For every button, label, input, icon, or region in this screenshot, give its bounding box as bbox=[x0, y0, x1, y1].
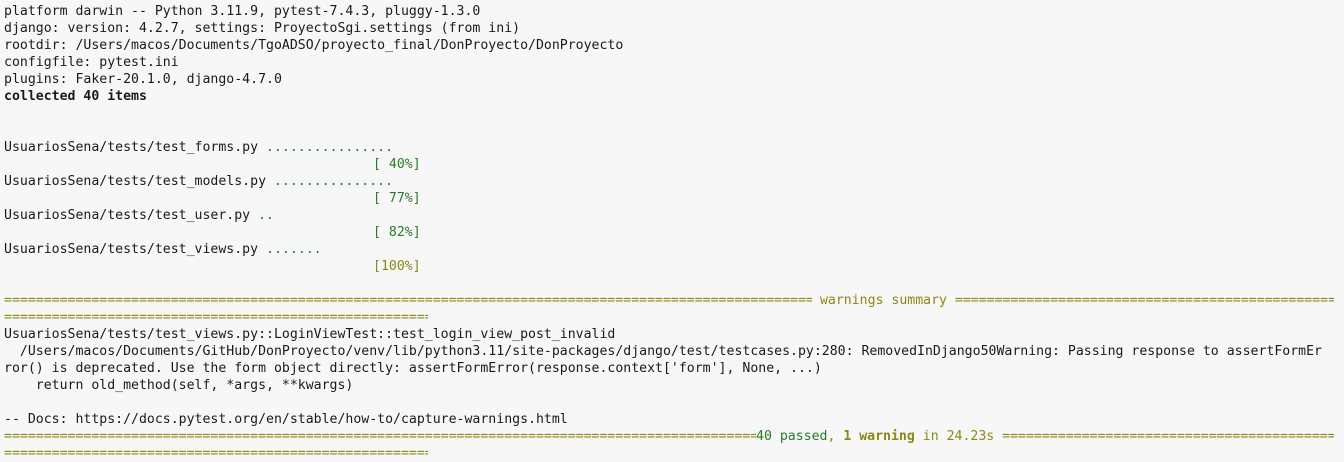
test-file-row: UsuariosSena/tests/test_models.py ......… bbox=[4, 173, 1344, 190]
summary-time: in 24.23s bbox=[914, 429, 1003, 444]
rule-separator: ========================================… bbox=[4, 429, 756, 444]
summary-separator: , bbox=[827, 429, 844, 444]
test-file-name: UsuariosSena/tests/test_forms.py bbox=[4, 140, 267, 155]
warning-test-id: UsuariosSena/tests/test_views.py::LoginV… bbox=[4, 327, 616, 342]
test-progress-percent: [100%] bbox=[373, 259, 421, 274]
test-result-dots: ............... bbox=[273, 174, 394, 189]
warning-count: 1 warning bbox=[843, 429, 915, 444]
test-file-row: UsuariosSena/tests/test_forms.py .......… bbox=[4, 139, 1344, 156]
rule-separator: ========================================… bbox=[4, 293, 812, 308]
test-file-row: UsuariosSena/tests/test_views.py ....... bbox=[4, 241, 1344, 258]
rule-separator: ========================================… bbox=[954, 293, 1334, 308]
warning-message-line: /Users/macos/Documents/GitHub/DonProyect… bbox=[4, 344, 1322, 359]
final-summary-rule: ========================================… bbox=[4, 428, 1334, 445]
warnings-summary-rule: ========================================… bbox=[4, 292, 1334, 309]
terminal-output: platform darwin -- Python 3.11.9, pytest… bbox=[4, 3, 1344, 462]
rule-separator: ========================================… bbox=[4, 310, 428, 325]
warnings-summary-title: warnings summary bbox=[812, 293, 955, 308]
test-file-name: UsuariosSena/tests/test_views.py bbox=[4, 242, 267, 257]
warning-code-line: return old_method(self, *args, **kwargs) bbox=[4, 378, 354, 393]
test-file-name: UsuariosSena/tests/test_user.py bbox=[4, 208, 259, 223]
collected-line: collected 40 items bbox=[4, 89, 147, 104]
test-result-dots: ....... bbox=[266, 242, 322, 257]
plugins-line: plugins: Faker-20.1.0, django-4.7.0 bbox=[4, 72, 282, 87]
test-result-dots: ................ bbox=[266, 140, 394, 155]
rule-separator: ========================================… bbox=[4, 446, 428, 461]
test-progress-row: [ 82%] bbox=[4, 224, 1344, 241]
warning-message-line: ror() is deprecated. Use the form object… bbox=[4, 361, 822, 376]
rootdir-line: rootdir: /Users/macos/Documents/TgoADSO/… bbox=[4, 38, 624, 53]
test-progress-row: [ 40%] bbox=[4, 156, 1344, 173]
passed-count: 40 passed bbox=[756, 429, 828, 444]
rule-separator: ========================================… bbox=[1002, 429, 1334, 444]
configfile-line: configfile: pytest.ini bbox=[4, 55, 179, 70]
test-file-row: UsuariosSena/tests/test_user.py .. bbox=[4, 207, 1344, 224]
test-file-name: UsuariosSena/tests/test_models.py bbox=[4, 174, 274, 189]
test-progress-percent: [ 82%] bbox=[373, 225, 421, 240]
test-result-dots: .. bbox=[258, 208, 274, 223]
platform-line: platform darwin -- Python 3.11.9, pytest… bbox=[4, 4, 481, 19]
docs-link-line: -- Docs: https://docs.pytest.org/en/stab… bbox=[4, 412, 568, 427]
test-progress-row: [100%] bbox=[4, 258, 1344, 275]
django-line: django: version: 4.2.7, settings: Proyec… bbox=[4, 21, 521, 36]
test-progress-percent: [ 77%] bbox=[373, 191, 421, 206]
test-progress-percent: [ 40%] bbox=[373, 157, 421, 172]
test-progress-row: [ 77%] bbox=[4, 190, 1344, 207]
